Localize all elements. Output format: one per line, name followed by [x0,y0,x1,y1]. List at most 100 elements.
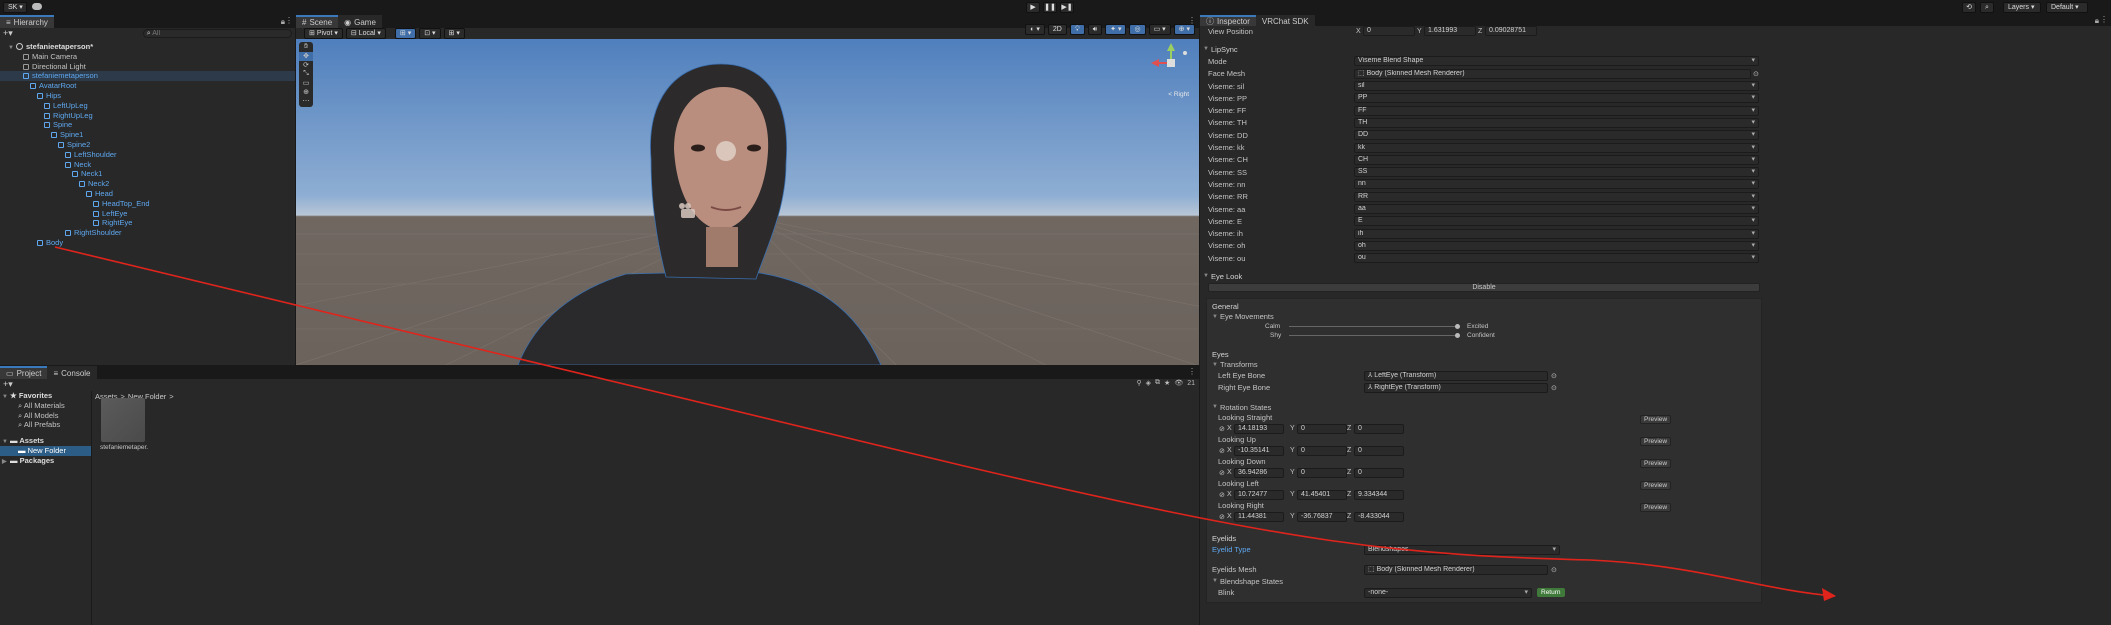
transforms-header[interactable]: ▼ Transforms [1207,360,1761,370]
view-pos-z[interactable]: 0.09028751 [1485,26,1537,36]
gizmos-dropdown[interactable]: ⊕ ▾ [1173,24,1195,35]
audio-toggle[interactable]: 🔊︎ [1087,24,1103,35]
viseme-dropdown[interactable]: RR [1354,191,1759,202]
eyelids-mesh-picker-icon[interactable]: ⊙ [1551,566,1557,574]
hierarchy-item[interactable]: RightEye [0,218,295,228]
lighting-toggle[interactable]: 💡︎ [1069,24,1085,35]
disable-button[interactable]: Disable [1208,283,1760,293]
pause-button[interactable]: ❚❚ [1043,2,1057,13]
orientation-gizmo[interactable] [1151,43,1191,93]
rotation-x-field[interactable]: -10.35141 [1234,445,1284,456]
hierarchy-item[interactable]: Hips [0,91,295,101]
blendshape-states-header[interactable]: ▼ Blendshape States [1207,576,1761,587]
rotation-x-field[interactable]: 11.44381 [1234,511,1284,522]
project-more-icon[interactable]: ⋮ [1188,367,1196,376]
asset-item[interactable]: stefaniemetaper... [100,398,148,451]
rotation-x-field[interactable]: 36.94286 [1234,467,1284,478]
calm-excited-thumb[interactable] [1455,323,1460,329]
hierarchy-item[interactable]: LeftEye [0,209,295,219]
hierarchy-item[interactable]: stefaniemetaperson [0,71,295,82]
hierarchy-item[interactable]: Main Camera [0,52,295,62]
visibility-icon[interactable]: 👁︎ [1174,379,1183,387]
eyedropper-icon[interactable]: ⊘ [1219,513,1225,521]
rect-tool-icon[interactable]: ▭ [299,79,313,88]
eye-look-header[interactable]: ▼ Eye Look [1200,270,2111,282]
hierarchy-search-input[interactable]: ⌕ All [142,29,292,38]
hierarchy-item[interactable]: Body [0,238,295,248]
eyelid-type-dropdown[interactable]: Blendshapes [1364,544,1560,555]
move-tool-icon[interactable]: ✥ [299,52,313,61]
favorite-icon[interactable]: ★ [1164,379,1170,387]
history-icon[interactable]: ⟲ [1962,2,1976,13]
transform-tool-icon[interactable]: ⊕ [299,88,313,97]
inspector-lock-icon[interactable]: 🔒︎ [2095,16,2099,26]
camera-dropdown[interactable]: ▭ ▾ [1148,24,1171,35]
favorites-row[interactable]: ▼ ★ Favorites [0,391,91,401]
mode-dropdown[interactable]: Viseme Blend Shape [1354,56,1759,67]
viseme-dropdown[interactable]: FF [1354,105,1759,116]
local-dropdown[interactable]: ⊟ Local ▾ [345,28,386,39]
draw-mode-dropdown[interactable]: ◐ ▾ [1025,24,1045,35]
search-icon[interactable]: ⌕ [1980,2,1994,13]
viseme-dropdown[interactable]: SS [1354,167,1759,178]
cloud-icon[interactable] [32,3,42,10]
effects-dropdown[interactable]: ✦ ▾ [1105,24,1127,35]
viseme-dropdown[interactable]: PP [1354,93,1759,104]
viseme-dropdown[interactable]: ih [1354,228,1759,239]
play-button[interactable]: ▶ [1026,2,1040,13]
eyelids-mesh-field[interactable]: ⬚ Body (Skinned Mesh Renderer) [1364,564,1548,575]
hierarchy-item[interactable]: RightShoulder [0,228,295,238]
viseme-dropdown[interactable]: CH [1354,154,1759,165]
hierarchy-item[interactable]: Directional Light [0,62,295,72]
viseme-dropdown[interactable]: E [1354,216,1759,227]
rotation-y-field[interactable]: 0 [1297,467,1347,478]
filter-type-icon[interactable]: ⚲ [1137,379,1142,387]
inspector-more-icon[interactable]: ⋮ [2100,15,2108,24]
shy-confident-thumb[interactable] [1455,332,1460,338]
layers-dropdown[interactable]: Layers ▾ [2003,2,2041,13]
rotation-z-field[interactable]: 0 [1354,467,1404,478]
viseme-dropdown[interactable]: nn [1354,179,1759,190]
eyedropper-icon[interactable]: ⊘ [1219,491,1225,499]
hierarchy-item[interactable]: RightUpLeg [0,111,295,121]
rotation-z-field[interactable]: 0 [1354,445,1404,456]
hierarchy-item[interactable]: Neck1 [0,169,295,179]
rotation-y-field[interactable]: 0 [1297,445,1347,456]
rotation-x-field[interactable]: 14.18193 [1234,423,1284,434]
rotate-tool-icon[interactable]: ⟳ [299,61,313,70]
rotation-x-field[interactable]: 10.72477 [1234,489,1284,500]
project-add-icon[interactable]: +▾ [3,379,13,390]
account-button[interactable]: SK ▾ [3,2,27,13]
packages-row[interactable]: ▶ ▬ Packages [0,456,91,466]
hand-tool-icon[interactable]: ✋︎ [299,43,313,52]
tab-inspector[interactable]: ⓘ Inspector [1200,15,1256,26]
rotation-z-field[interactable]: 0 [1354,423,1404,434]
hierarchy-item[interactable]: Spine2 [0,140,295,150]
layout-dropdown[interactable]: Default ▾ [2046,2,2088,13]
tab-console[interactable]: ≡ Console [47,366,97,379]
hierarchy-item[interactable]: Spine [0,120,295,130]
hierarchy-item[interactable]: Neck2 [0,179,295,189]
viseme-dropdown[interactable]: DD [1354,130,1759,141]
return-button[interactable]: Return [1537,587,1565,597]
eyedropper-icon[interactable]: ⊘ [1219,447,1225,455]
hierarchy-item[interactable]: HeadTop_End [0,199,295,209]
add-icon[interactable]: +▾ [3,28,13,39]
pivot-dropdown[interactable]: ⊞ Pivot ▾ [304,28,343,39]
custom-tool-icon[interactable]: ⋯ [299,97,313,106]
right-eye-picker-icon[interactable]: ⊙ [1551,384,1557,392]
favorites-item[interactable]: ⌕ All Materials [0,401,91,411]
rotation-z-field[interactable]: 9.334344 [1354,489,1404,500]
shy-confident-track[interactable] [1289,334,1459,336]
left-eye-picker-icon[interactable]: ⊙ [1551,372,1557,380]
hierarchy-item[interactable]: Spine1 [0,130,295,140]
incremental-snap-button[interactable]: ⊞ ▾ [443,28,465,39]
grid-snap-button[interactable]: ⊞ ▾ [394,28,417,39]
rotation-states-header[interactable]: ▼ Rotation States [1207,402,1761,413]
mode-2d-toggle[interactable]: 2D [1047,24,1067,35]
viseme-dropdown[interactable]: kk [1354,142,1759,153]
face-mesh-field[interactable]: ⬚ Body (Skinned Mesh Renderer) [1354,68,1751,79]
favorites-item[interactable]: ⌕ All Prefabs [0,420,91,430]
hidden-objects-toggle[interactable]: ◎ [1129,24,1146,35]
more-icon[interactable]: ⋮ [285,16,293,25]
